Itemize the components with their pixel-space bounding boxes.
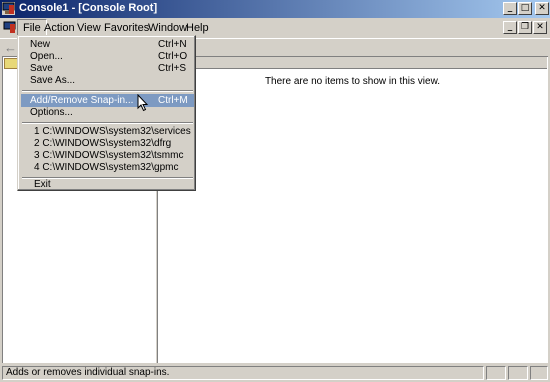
menu-item-open[interactable]: Open... Ctrl+O [21, 51, 194, 63]
back-arrow-icon[interactable]: ← [4, 40, 17, 55]
add-remove-shortcut: Ctrl+M [158, 95, 188, 106]
menu-separator [22, 90, 193, 92]
recent-2-label: 2 C:\WINDOWS\system32\dfrg [34, 138, 172, 149]
menu-help[interactable]: Help [181, 20, 214, 36]
recent-3-label: 3 C:\WINDOWS\system32\tsmmc [34, 150, 184, 161]
console-app-icon [2, 2, 15, 15]
open-label: Open... [30, 51, 63, 62]
maximize-button[interactable]: □ [518, 2, 532, 15]
menu-item-add-remove-snap-in[interactable]: Add/Remove Snap-in... Ctrl+M [21, 94, 194, 107]
status-panel-4 [530, 366, 548, 380]
save-as-label: Save As... [30, 75, 76, 86]
empty-view-message: There are no items to show in this view. [264, 76, 441, 87]
menu-item-new[interactable]: New Ctrl+N [21, 39, 194, 51]
child-minimize-button[interactable]: _ [503, 21, 517, 34]
menu-separator [22, 122, 193, 124]
menu-item-options[interactable]: Options... [21, 107, 194, 119]
column-header[interactable] [158, 57, 547, 69]
save-shortcut: Ctrl+S [158, 63, 187, 74]
options-label: Options... [30, 107, 73, 118]
open-shortcut: Ctrl+O [158, 51, 188, 62]
new-shortcut: Ctrl+N [158, 39, 187, 50]
recent-1-label: 1 C:\WINDOWS\system32\services [34, 126, 191, 137]
recent-4-label: 4 C:\WINDOWS\system32\gpmc [34, 162, 179, 173]
status-panel-3 [508, 366, 528, 380]
status-panel-2 [486, 366, 506, 380]
menu-item-recent-2[interactable]: 2 C:\WINDOWS\system32\dfrg [21, 138, 194, 150]
menu-item-exit[interactable]: Exit [21, 179, 194, 191]
new-label: New [30, 39, 51, 50]
save-label: Save [30, 63, 53, 74]
menu-item-recent-1[interactable]: 1 C:\WINDOWS\system32\services [21, 126, 194, 138]
menu-item-save[interactable]: Save Ctrl+S [21, 63, 194, 75]
menu-item-save-as[interactable]: Save As... [21, 75, 194, 87]
minimize-button[interactable]: _ [503, 2, 517, 15]
window-title: Console1 - [Console Root] [19, 2, 158, 14]
exit-label: Exit [34, 179, 51, 190]
console-window-icon[interactable] [3, 21, 16, 34]
child-close-button[interactable]: ✕ [533, 21, 547, 34]
status-text: Adds or removes individual snap-ins. [2, 366, 484, 380]
folder-icon [4, 58, 18, 69]
child-restore-button[interactable]: ❐ [518, 21, 532, 34]
menu-item-recent-3[interactable]: 3 C:\WINDOWS\system32\tsmmc [21, 150, 194, 162]
add-remove-label: Add/Remove Snap-in... [30, 95, 134, 106]
close-button[interactable]: ✕ [535, 2, 549, 15]
file-menu-dropdown: New Ctrl+N Open... Ctrl+O Save Ctrl+S Sa… [17, 35, 196, 191]
mouse-cursor-icon [137, 94, 149, 112]
result-pane[interactable] [157, 56, 548, 363]
menu-item-recent-4[interactable]: 4 C:\WINDOWS\system32\gpmc [21, 162, 194, 174]
